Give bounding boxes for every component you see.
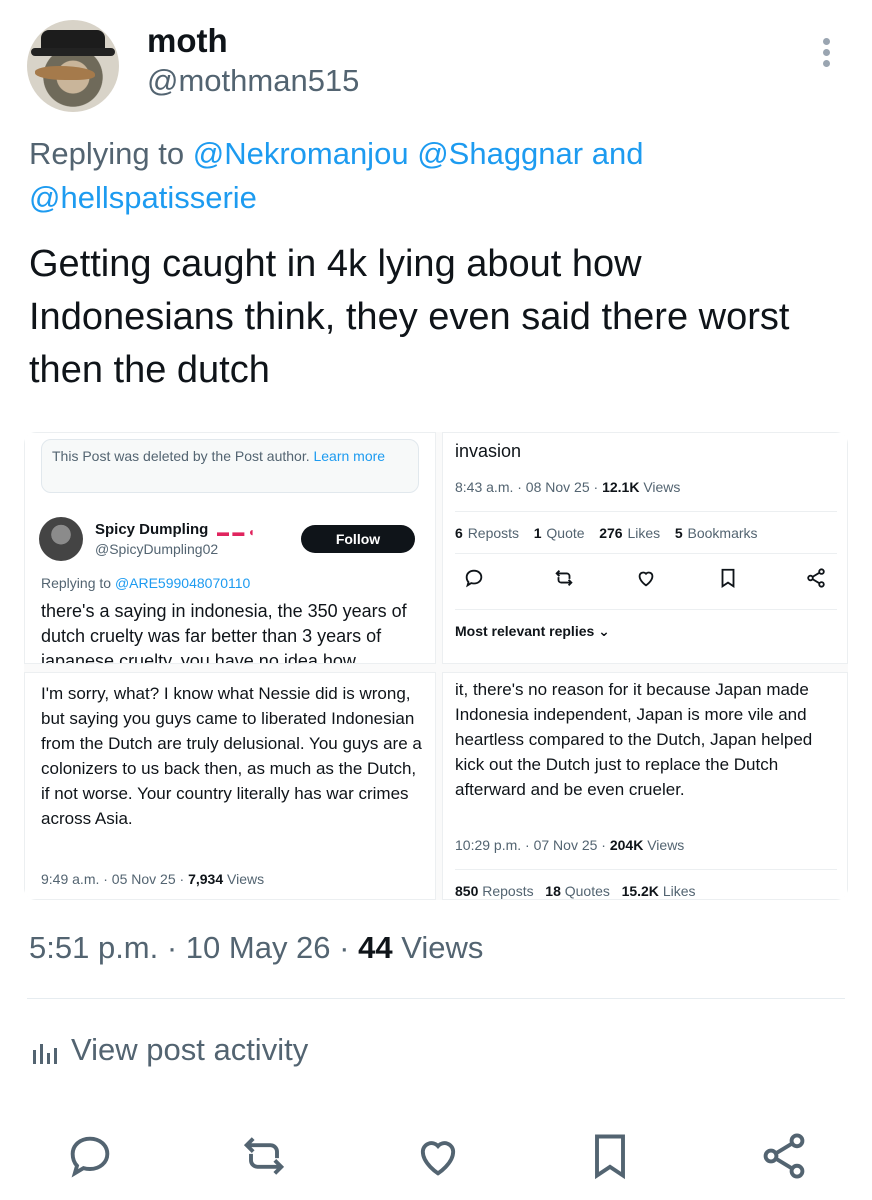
quoted-replying-prefix: Replying to bbox=[41, 575, 112, 591]
image-panel-3[interactable]: I'm sorry, what? I know what Nessie did … bbox=[24, 672, 436, 900]
reply-icon bbox=[465, 569, 483, 588]
quote-count: 1 bbox=[533, 525, 542, 541]
bookmarks-count: 5 bbox=[674, 525, 683, 541]
quotes-count: 18 bbox=[545, 883, 561, 899]
bookmark-icon bbox=[721, 568, 735, 588]
view-post-activity-label: View post activity bbox=[71, 1032, 309, 1067]
quoted-views-label: Views bbox=[643, 479, 681, 495]
reposts-count: 6 bbox=[455, 525, 463, 541]
repost-button[interactable] bbox=[238, 1130, 290, 1182]
likes-count: 15.2K bbox=[621, 883, 659, 899]
quoted-text: it, there's no reason for it because Jap… bbox=[455, 680, 813, 799]
quoted-time: 10:29 p.m. · 07 Nov 25 · bbox=[455, 837, 610, 853]
quoted-time: 9:49 a.m. · 05 Nov 25 · bbox=[41, 871, 189, 887]
share-icon bbox=[807, 568, 825, 588]
share-icon bbox=[763, 1133, 805, 1179]
quoted-text: there's a saying in indonesia, the 350 y… bbox=[41, 601, 407, 664]
post-views-label: Views bbox=[401, 930, 484, 965]
divider bbox=[455, 869, 837, 870]
quoted-meta: 10:29 p.m. · 07 Nov 25 · 204K Views bbox=[455, 837, 684, 853]
quoted-replying-line: Replying to @ARE599048070110 bbox=[41, 575, 250, 591]
deleted-notice-text: This Post was deleted by the Post author… bbox=[52, 448, 310, 464]
attached-images-grid[interactable]: This Post was deleted by the Post author… bbox=[24, 432, 848, 900]
post-action-bar bbox=[0, 1130, 872, 1182]
quoted-mention: @ARE599048070110 bbox=[114, 575, 251, 591]
image-panel-4[interactable]: it, there's no reason for it because Jap… bbox=[442, 672, 848, 900]
quoted-stats: 850 Reposts 18 Quotes 15.2K Likes bbox=[455, 883, 696, 899]
reply-icon bbox=[70, 1136, 110, 1178]
quote-label: Quote bbox=[546, 525, 585, 541]
quoted-meta: 8:43 a.m. · 08 Nov 25 · 12.1K Views bbox=[455, 479, 680, 495]
mention-and[interactable]: and bbox=[592, 136, 644, 171]
post-time: 5:51 p.m. · 10 May 26 · bbox=[29, 930, 359, 965]
learn-more-link: Learn more bbox=[313, 448, 386, 464]
quoted-text-fragment: invasion bbox=[455, 441, 522, 461]
author-avatar[interactable] bbox=[27, 20, 119, 112]
most-relevant-replies: Most relevant replies ⌄ bbox=[455, 623, 610, 639]
divider bbox=[455, 609, 837, 610]
post-timestamp: 5:51 p.m. · 10 May 26 · 44 Views bbox=[29, 930, 483, 966]
post-text: Getting caught in 4k lying about how Ind… bbox=[29, 243, 790, 391]
quoted-avatar bbox=[39, 517, 83, 561]
image-panel-1[interactable]: This Post was deleted by the Post author… bbox=[24, 432, 436, 664]
likes-label: Likes bbox=[662, 883, 696, 899]
bookmark-button[interactable] bbox=[584, 1130, 636, 1182]
quoted-views-label: Views bbox=[647, 837, 685, 853]
quoted-views-count: 204K bbox=[609, 837, 644, 853]
analytics-icon bbox=[33, 1044, 57, 1064]
quoted-handle: @SpicyDumpling02 bbox=[95, 541, 219, 557]
author-handle[interactable]: @mothman515 bbox=[147, 63, 359, 99]
repost-icon bbox=[555, 570, 573, 586]
reposts-label: Reposts bbox=[467, 525, 520, 541]
bookmarks-label: Bookmarks bbox=[687, 525, 758, 541]
post-views-count: 44 bbox=[358, 930, 393, 965]
divider bbox=[455, 511, 837, 512]
quoted-stats: 6 Reposts 1 Quote 276 Likes 5 Bookmarks bbox=[455, 525, 758, 541]
quoted-views-count: 12.1K bbox=[602, 479, 640, 495]
author-display-name[interactable]: moth bbox=[147, 22, 228, 60]
reply-button[interactable] bbox=[64, 1130, 116, 1182]
follow-button: Follow bbox=[301, 525, 415, 553]
deleted-post-notice: This Post was deleted by the Post author… bbox=[41, 439, 419, 493]
reposts-count: 850 bbox=[455, 883, 479, 899]
mention-link[interactable]: @hellspatisserie bbox=[29, 180, 257, 215]
image-panel-2[interactable]: invasion 8:43 a.m. · 08 Nov 25 · 12.1K V… bbox=[442, 432, 848, 664]
likes-count: 276 bbox=[599, 525, 623, 541]
like-icon bbox=[638, 571, 654, 587]
divider bbox=[455, 553, 837, 554]
divider bbox=[27, 998, 845, 999]
quoted-text: I'm sorry, what? I know what Nessie did … bbox=[41, 684, 422, 828]
mention-link[interactable]: @Shaggnar bbox=[417, 136, 583, 171]
quoted-views-count: 7,934 bbox=[188, 871, 224, 887]
more-options-icon[interactable] bbox=[818, 38, 834, 72]
bookmark-icon bbox=[595, 1134, 625, 1180]
mention-link[interactable]: @Nekromanjou bbox=[193, 136, 409, 171]
likes-label: Likes bbox=[627, 525, 661, 541]
flag-emojis: ▬ ▬ ◖ bbox=[217, 525, 255, 539]
quoted-action-bar bbox=[455, 567, 837, 593]
like-button[interactable] bbox=[412, 1130, 464, 1182]
quoted-views-label: Views bbox=[227, 871, 265, 887]
replying-to-line: Replying to @Nekromanjou @Shaggnar and @… bbox=[29, 132, 819, 220]
quoted-time: 8:43 a.m. · 08 Nov 25 · bbox=[455, 479, 603, 495]
share-button[interactable] bbox=[758, 1130, 810, 1182]
quoted-meta: 9:49 a.m. · 05 Nov 25 · 7,934 Views bbox=[41, 871, 264, 887]
reposts-label: Reposts bbox=[482, 883, 534, 899]
quotes-label: Quotes bbox=[564, 883, 610, 899]
repost-icon bbox=[243, 1137, 285, 1175]
quoted-display-name: Spicy Dumpling bbox=[95, 521, 209, 538]
like-icon bbox=[420, 1141, 456, 1176]
replying-prefix: Replying to bbox=[29, 136, 185, 171]
